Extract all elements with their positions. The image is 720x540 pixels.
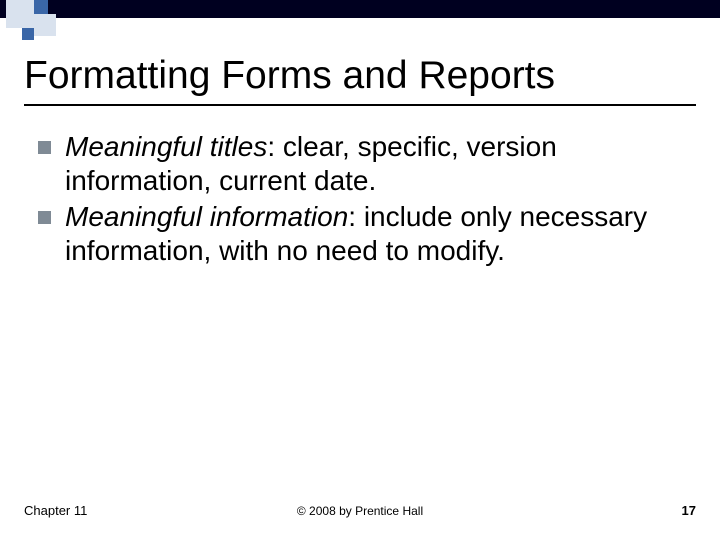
list-item: Meaningful information: include only nec… [38, 200, 678, 268]
bullet-square-icon [38, 211, 51, 224]
deco-light-square [34, 14, 56, 36]
bullet-square-icon [38, 141, 51, 154]
bullet-text: Meaningful information: include only nec… [65, 200, 678, 268]
footer-copyright: © 2008 by Prentice Hall [0, 504, 720, 518]
bullet-text: Meaningful titles: clear, specific, vers… [65, 130, 678, 198]
slide-decoration [0, 0, 720, 44]
deco-dark-band [0, 0, 720, 18]
deco-light-square [6, 0, 34, 28]
slide-title: Formatting Forms and Reports [24, 54, 555, 98]
title-underline [24, 104, 696, 106]
list-item: Meaningful titles: clear, specific, vers… [38, 130, 678, 198]
deco-blue-square [34, 0, 48, 14]
deco-blue-square [22, 28, 34, 40]
bullet-lead: Meaningful information [65, 201, 348, 232]
footer-page-number: 17 [682, 503, 696, 518]
slide-body: Meaningful titles: clear, specific, vers… [38, 130, 678, 271]
bullet-lead: Meaningful titles [65, 131, 267, 162]
